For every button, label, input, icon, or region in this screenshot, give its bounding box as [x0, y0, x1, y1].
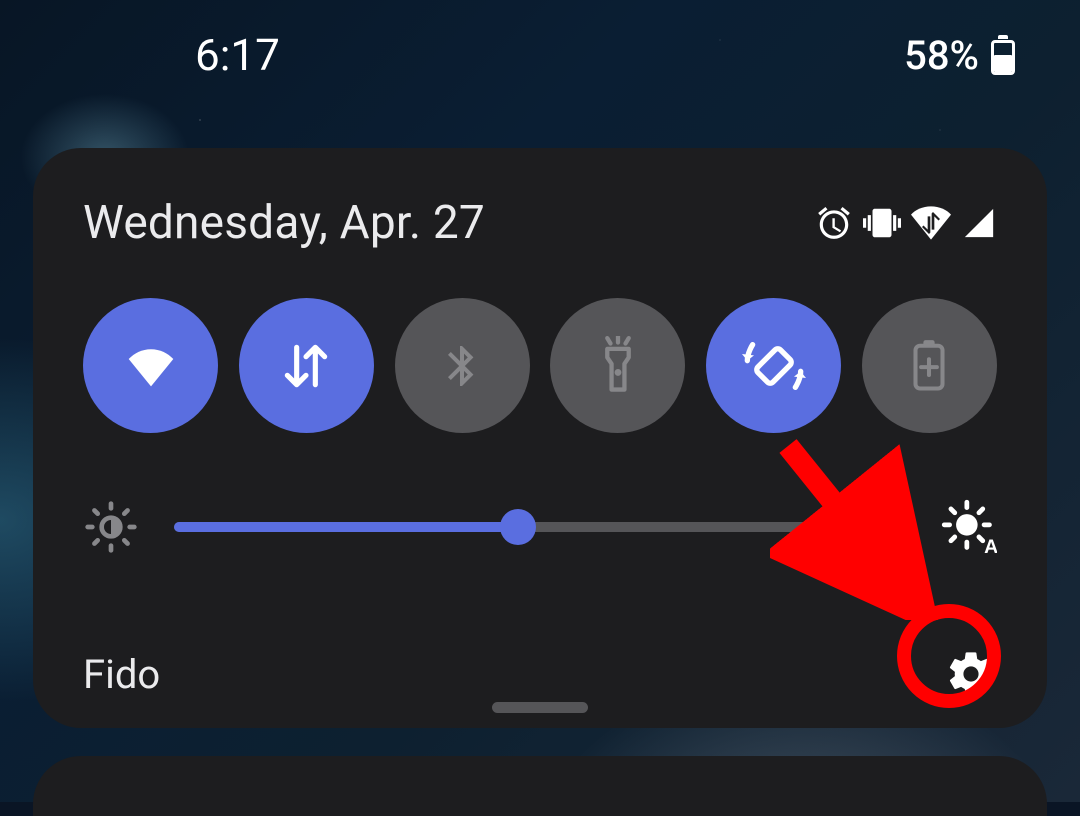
battery-saver-toggle[interactable] — [862, 298, 997, 433]
alarm-icon — [815, 204, 853, 242]
panel-header: Wednesday, Apr. 27 — [83, 196, 997, 250]
flashlight-toggle[interactable] — [550, 298, 685, 433]
svg-text:A: A — [984, 536, 997, 555]
cell-signal-icon — [961, 206, 997, 240]
bluetooth-toggle[interactable] — [395, 298, 530, 433]
carrier-label: Fido — [83, 651, 160, 698]
status-time: 6:17 — [195, 29, 280, 81]
date-label: Wednesday, Apr. 27 — [83, 196, 485, 250]
wifi-toggle-icon — [122, 342, 180, 390]
mobile-data-icon — [278, 338, 334, 394]
wifi-icon — [911, 206, 951, 240]
battery-icon — [991, 35, 1015, 75]
panel-drag-handle[interactable] — [492, 702, 588, 713]
auto-rotate-toggle[interactable] — [706, 298, 841, 433]
vibrate-icon — [863, 204, 901, 242]
panel-footer: Fido — [83, 648, 997, 700]
flashlight-icon — [592, 336, 644, 396]
brightness-slider-thumb[interactable] — [500, 509, 536, 545]
battery-saver-icon — [909, 339, 949, 393]
notification-panel-peek[interactable] — [33, 756, 1047, 816]
panel-status-icons — [815, 204, 997, 242]
bluetooth-icon — [438, 337, 486, 395]
quick-settings-panel: Wednesday, Apr. 27 — [33, 148, 1047, 728]
wifi-toggle[interactable] — [83, 298, 218, 433]
quick-toggles-row — [83, 298, 997, 433]
battery-percent: 58% — [904, 32, 979, 79]
status-right: 58% — [904, 32, 1015, 79]
brightness-slider[interactable] — [174, 522, 906, 532]
auto-brightness-icon[interactable]: A — [941, 499, 997, 555]
settings-button[interactable] — [945, 648, 997, 700]
mobile-data-toggle[interactable] — [239, 298, 374, 433]
status-bar: 6:17 58% — [0, 0, 1080, 110]
gear-icon — [945, 648, 997, 700]
brightness-low-icon — [83, 499, 139, 555]
auto-rotate-icon — [742, 334, 806, 398]
brightness-row: A — [83, 499, 997, 555]
